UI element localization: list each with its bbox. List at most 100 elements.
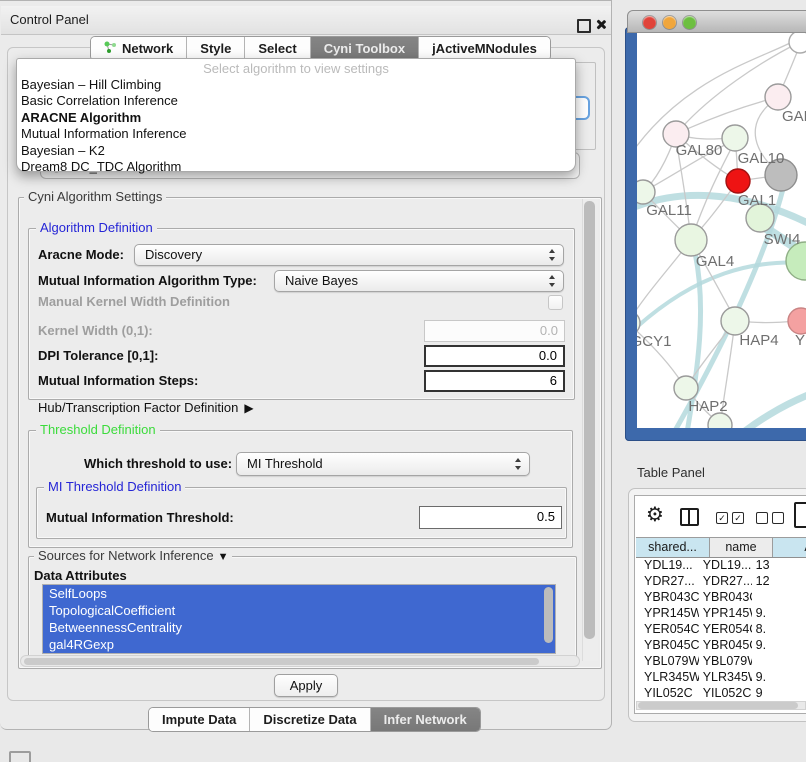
node-gal[interactable] <box>765 84 791 110</box>
table-row[interactable]: YDL19...YDL19...13 <box>636 557 806 573</box>
close-window-icon[interactable] <box>643 16 656 29</box>
table-cell: YIL052C <box>636 685 699 701</box>
tab-impute-data[interactable]: Impute Data <box>149 708 250 731</box>
network-window-titlebar[interactable] <box>627 10 806 33</box>
table-row[interactable]: YLR345WYLR345W9. <box>636 669 806 685</box>
table-row[interactable]: YBL079WYBL079W <box>636 653 806 669</box>
zoom-window-icon[interactable] <box>683 16 696 29</box>
unchecked-box-icon <box>772 512 784 524</box>
minimize-window-icon[interactable] <box>663 16 676 29</box>
mi-threshold-field[interactable]: 0.5 <box>419 506 562 529</box>
network-graph: GALGAL80GAL10GAL1GAL11SWI4GAL4GCY1HAP4YH… <box>637 33 806 428</box>
node-gal1[interactable] <box>726 169 750 193</box>
table-cell: YDL19... <box>636 557 699 573</box>
columns-icon[interactable] <box>680 508 699 526</box>
dropdown-item-aracne-algorithm[interactable]: ARACNE Algorithm <box>17 110 575 126</box>
attribute-item-selfloops[interactable]: SelfLoops <box>43 585 555 602</box>
node-hap2[interactable] <box>674 376 698 400</box>
table-body: YDL19...YDL19...13YDR27...YDR27...12YBR0… <box>636 557 806 701</box>
mi-type-select[interactable]: Naive Bayes <box>274 270 564 292</box>
node-gal11[interactable] <box>637 180 655 204</box>
network-canvas[interactable]: GALGAL80GAL10GAL1GAL11SWI4GAL4GCY1HAP4YH… <box>637 33 806 428</box>
attribute-item-betweennesscentrality[interactable]: BetweennessCentrality <box>43 619 555 636</box>
table-cell: YBR043C <box>699 589 752 605</box>
table-cell: YPR145W <box>699 605 752 621</box>
settings-hscroll-thumb[interactable] <box>24 658 539 665</box>
node-gcy1[interactable] <box>637 311 640 335</box>
attribute-list-scrollbar[interactable] <box>544 587 553 643</box>
node-gal10[interactable] <box>722 125 748 151</box>
network-node[interactable] <box>708 413 732 428</box>
threshold-definition-title: Threshold Definition <box>36 423 160 437</box>
expand-right-icon: ▶ <box>244 400 253 416</box>
dpi-tolerance-field[interactable]: 0.0 <box>424 345 565 367</box>
dropdown-item-bayesian-hill-climbing[interactable]: Bayesian – Hill Climbing <box>17 77 575 93</box>
dropdown-item-dream8-dc-tdc-algorithm[interactable]: Dream8 DC_TDC Algorithm <box>17 159 575 175</box>
float-panel-icon[interactable] <box>577 19 591 33</box>
column-header-name[interactable]: name <box>710 537 773 557</box>
aracne-mode-select[interactable]: Discovery <box>134 244 564 266</box>
table-row[interactable]: YBR045CYBR045C9. <box>636 637 806 653</box>
table-row[interactable]: YBR043CYBR043C <box>636 589 806 605</box>
tab-network[interactable]: Network <box>91 37 187 60</box>
mi-type-label: Mutual Information Algorithm Type: <box>38 270 257 292</box>
table-row[interactable]: YER054CYER054C8. <box>636 621 806 637</box>
network-node[interactable] <box>789 33 806 53</box>
table-cell: 13 <box>752 557 806 573</box>
node-label-swi4: SWI4 <box>764 231 801 248</box>
apply-button[interactable]: Apply <box>274 674 338 697</box>
table-cell: YER054C <box>699 621 752 637</box>
attribute-item-topologicalcoefficient[interactable]: TopologicalCoefficient <box>43 602 555 619</box>
column-header-shared[interactable]: shared... <box>636 537 710 557</box>
table-cell: YDR27... <box>699 573 752 589</box>
table-hscroll-thumb[interactable] <box>638 702 798 709</box>
node-hap4[interactable] <box>721 307 749 335</box>
new-table-icon[interactable] <box>794 502 806 528</box>
table-cell: YIL052C <box>699 685 752 701</box>
gear-icon[interactable]: ⚙ <box>646 504 664 526</box>
table-row[interactable]: YPR145WYPR145W9. <box>636 605 806 621</box>
table-cell: 8. <box>752 621 806 637</box>
column-header-a[interactable]: A <box>773 537 806 557</box>
node-label-gal4: GAL4 <box>696 253 734 270</box>
table-row[interactable]: YIL052CYIL052C9 <box>636 685 806 701</box>
tab-style[interactable]: Style <box>187 37 245 60</box>
mi-steps-field[interactable]: 6 <box>424 370 565 392</box>
bottom-tab-bar: Impute DataDiscretize DataInfer Network <box>148 707 481 732</box>
table-row[interactable]: YDR27...YDR27...12 <box>636 573 806 589</box>
table-cell: 9. <box>752 669 806 685</box>
dpi-tolerance-label: DPI Tolerance [0,1]: <box>38 345 158 367</box>
panel-grip-fragment[interactable] <box>9 751 31 762</box>
which-threshold-label: Which threshold to use: <box>84 452 232 476</box>
node-label-gcy1: GCY1 <box>637 333 671 350</box>
dropdown-item-mutual-information-inference[interactable]: Mutual Information Inference <box>17 126 575 142</box>
sources-title[interactable]: Sources for Network Inference▼ <box>34 549 232 564</box>
table-cell: YLR345W <box>636 669 699 685</box>
hub-definition-toggle[interactable]: Hub/Transcription Factor Definition▶ <box>38 400 254 416</box>
manual-kernel-checkbox[interactable] <box>548 295 563 310</box>
dropdown-item-basic-correlation-inference[interactable]: Basic Correlation Inference <box>17 93 575 109</box>
checked-box-icon: ✓ <box>716 512 728 524</box>
tab-discretize-data[interactable]: Discretize Data <box>250 708 370 731</box>
node-label-gal1: GAL1 <box>738 192 776 209</box>
select-all-checks-icon[interactable]: ✓ ✓ <box>716 512 744 524</box>
tab-infer-network[interactable]: Infer Network <box>371 708 480 731</box>
attribute-item-gal4rgexp[interactable]: gal4RGexp <box>43 636 555 653</box>
table-cell: 9 <box>752 685 806 701</box>
kernel-width-field[interactable]: 0.0 <box>424 320 565 342</box>
tab-jactivemnodules[interactable]: jActiveMNodules <box>419 37 550 60</box>
panel-title: Control Panel <box>10 6 89 34</box>
tab-cyni-toolbox[interactable]: Cyni Toolbox <box>311 37 419 60</box>
control-panel-titlebar[interactable]: Control Panel <box>1 6 611 35</box>
node-y[interactable] <box>788 308 806 334</box>
deselect-all-checks-icon[interactable] <box>756 512 784 524</box>
which-threshold-select[interactable]: MI Threshold <box>236 452 530 476</box>
settings-vscroll-thumb[interactable] <box>584 201 595 639</box>
node-gal4[interactable] <box>675 224 707 256</box>
close-panel-icon[interactable] <box>594 18 607 31</box>
combo-arrows-icon <box>515 458 522 470</box>
dropdown-item-bayesian-k2[interactable]: Bayesian – K2 <box>17 143 575 159</box>
table-cell <box>752 589 806 605</box>
tab-select[interactable]: Select <box>245 37 310 60</box>
table-cell: YPR145W <box>636 605 699 621</box>
